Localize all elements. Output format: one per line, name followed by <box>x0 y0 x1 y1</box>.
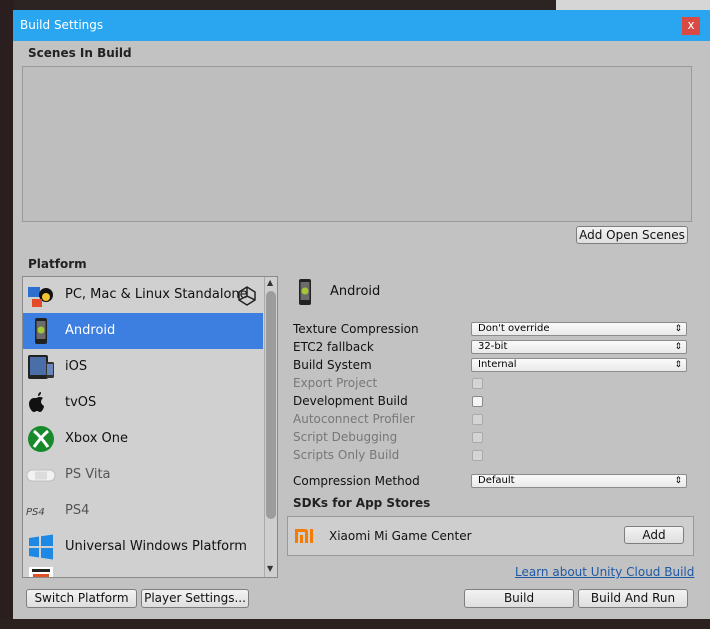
dropdown-caret-icon: ⇕ <box>674 476 682 486</box>
compression-method-dropdown[interactable]: Default ⇕ <box>471 474 687 488</box>
xiaomi-icon <box>295 529 313 543</box>
close-icon: x <box>687 18 695 32</box>
platform-item-pc-mac-linux[interactable]: PC, Mac & Linux Standalone <box>23 277 263 313</box>
ps-vita-icon <box>26 469 56 482</box>
platform-item-xbox-one[interactable]: Xbox One <box>23 421 263 457</box>
etc2-fallback-dropdown[interactable]: 32-bit ⇕ <box>471 340 687 354</box>
development-build-label: Development Build <box>293 394 408 408</box>
scenes-in-build-label: Scenes In Build <box>28 46 132 60</box>
ios-icon <box>28 355 54 379</box>
export-project-label: Export Project <box>293 376 378 390</box>
platform-list-scrollbar[interactable]: ▲ ▼ <box>264 277 277 577</box>
tvos-icon <box>29 392 44 412</box>
platform-item-tvos[interactable]: tvOS <box>23 385 263 421</box>
platform-label: Platform <box>28 257 87 271</box>
platform-item-label: tvOS <box>65 395 97 410</box>
add-open-scenes-button[interactable]: Add Open Scenes <box>576 226 688 244</box>
platform-item-uwp[interactable]: Universal Windows Platform <box>23 529 263 565</box>
platform-item-webgl-partial[interactable] <box>23 565 263 577</box>
pc-mac-linux-icon <box>28 287 53 307</box>
dropdown-caret-icon: ⇕ <box>674 360 682 370</box>
compression-method-label: Compression Method <box>293 474 420 488</box>
scripts-only-build-checkbox[interactable] <box>472 450 483 461</box>
scenes-list[interactable] <box>22 66 692 222</box>
background-editor-bottom <box>0 618 710 629</box>
platform-item-label: PS Vita <box>65 467 111 482</box>
unity-cloud-build-link[interactable]: Learn about Unity Cloud Build <box>515 565 694 579</box>
windows-icon <box>29 534 53 560</box>
etc2-fallback-label: ETC2 fallback <box>293 340 374 354</box>
background-editor-top <box>14 0 556 10</box>
unity-current-platform-icon <box>238 286 256 306</box>
platform-item-ios[interactable]: iOS <box>23 349 263 385</box>
ps4-icon: PS4 <box>26 507 45 518</box>
build-button[interactable]: Build <box>464 589 574 608</box>
sdk-name: Xiaomi Mi Game Center <box>329 529 472 543</box>
platform-item-android[interactable]: Android <box>23 313 263 349</box>
dropdown-value: Internal <box>478 359 517 370</box>
dropdown-caret-icon: ⇕ <box>674 342 682 352</box>
close-button[interactable]: x <box>682 17 700 35</box>
xbox-icon <box>28 426 54 452</box>
build-system-dropdown[interactable]: Internal ⇕ <box>471 358 687 372</box>
add-sdk-button[interactable]: Add <box>624 526 684 544</box>
platform-item-label: PC, Mac & Linux Standalone <box>65 287 248 302</box>
dropdown-value: Default <box>478 475 515 486</box>
background-editor-left <box>0 0 14 629</box>
dropdown-caret-icon: ⇕ <box>674 324 682 334</box>
svg-text:PS4: PS4 <box>26 507 45 518</box>
scripts-only-build-label: Scripts Only Build <box>293 448 400 462</box>
platform-item-ps4[interactable]: PS4 PS4 <box>23 493 263 529</box>
texture-compression-dropdown[interactable]: Don't override ⇕ <box>471 322 687 336</box>
scroll-down-icon[interactable]: ▼ <box>267 564 273 573</box>
android-icon <box>35 318 47 344</box>
script-debugging-label: Script Debugging <box>293 430 398 444</box>
sdk-row-xiaomi: Xiaomi Mi Game Center Add <box>287 516 694 556</box>
sdks-label: SDKs for App Stores <box>293 496 431 510</box>
window-title: Build Settings <box>20 18 104 32</box>
platform-item-label: Xbox One <box>65 431 129 446</box>
platform-list[interactable]: PC, Mac & Linux Standalone Android iOS t… <box>22 276 278 578</box>
build-system-label: Build System <box>293 358 372 372</box>
build-settings-window: Build Settings x Scenes In Build Add Ope… <box>13 10 710 619</box>
player-settings-button[interactable]: Player Settings... <box>141 589 249 608</box>
platform-item-label: iOS <box>65 359 88 374</box>
build-and-run-button[interactable]: Build And Run <box>578 589 688 608</box>
platform-item-ps-vita[interactable]: PS Vita <box>23 457 263 493</box>
scroll-up-icon[interactable]: ▲ <box>267 278 273 287</box>
title-bar[interactable]: Build Settings x <box>13 10 710 41</box>
export-project-checkbox[interactable] <box>472 378 483 389</box>
android-header-icon <box>299 279 311 305</box>
selected-platform-title: Android <box>330 284 381 299</box>
texture-compression-label: Texture Compression <box>293 322 419 336</box>
autoconnect-profiler-checkbox[interactable] <box>472 414 483 425</box>
html5-icon <box>29 567 53 577</box>
development-build-checkbox[interactable] <box>472 396 483 407</box>
switch-platform-button[interactable]: Switch Platform <box>26 589 137 608</box>
platform-item-label: Android <box>65 323 116 338</box>
dropdown-value: 32-bit <box>478 341 508 352</box>
dropdown-value: Don't override <box>478 323 550 334</box>
platform-item-label: PS4 <box>65 503 90 518</box>
platform-item-label: Universal Windows Platform <box>65 539 247 554</box>
scrollbar-thumb[interactable] <box>266 291 276 519</box>
script-debugging-checkbox[interactable] <box>472 432 483 443</box>
autoconnect-profiler-label: Autoconnect Profiler <box>293 412 415 426</box>
